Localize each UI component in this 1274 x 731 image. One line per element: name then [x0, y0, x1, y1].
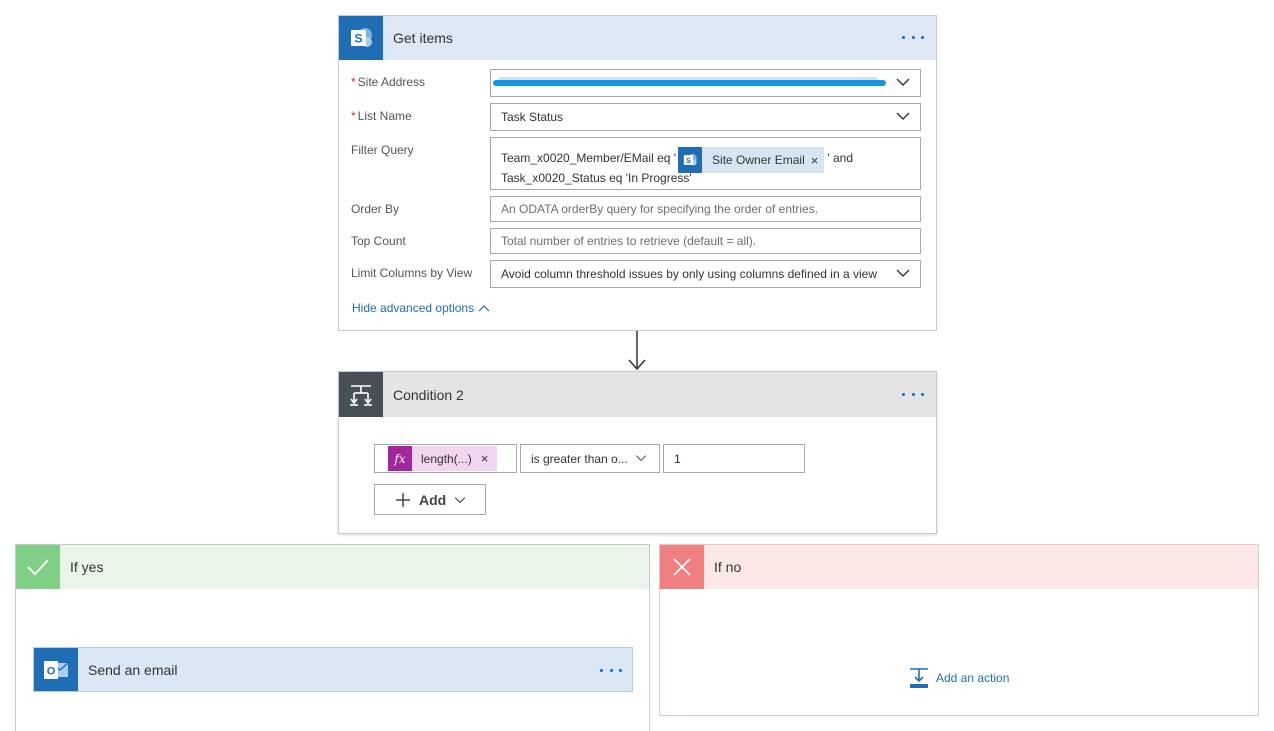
- close-icon: [660, 545, 704, 589]
- more-options-icon[interactable]: [902, 30, 924, 44]
- site-address-row: * Site Address: [351, 69, 921, 97]
- filter-query-label: Filter Query: [351, 143, 414, 157]
- svg-text:O: O: [47, 665, 56, 677]
- advanced-link-label: Hide advanced options: [352, 301, 475, 315]
- list-name-select[interactable]: Task Status: [490, 103, 921, 131]
- add-action-icon: [910, 668, 928, 688]
- add-condition-button[interactable]: Add: [374, 484, 486, 515]
- svg-text:S: S: [354, 32, 362, 46]
- condition-title: Condition 2: [393, 386, 464, 403]
- chevron-down-icon[interactable]: [896, 77, 910, 87]
- operator-value: is greater than o...: [531, 452, 628, 466]
- close-icon[interactable]: ×: [481, 451, 489, 466]
- send-email-action[interactable]: O Send an email: [33, 647, 633, 692]
- condition-card: Condition 2 fx length(...) × is greater …: [338, 371, 937, 534]
- if-yes-header: If yes: [16, 545, 649, 589]
- list-name-label: * List Name: [351, 109, 412, 123]
- flow-arrow-icon: [628, 331, 646, 371]
- sharepoint-icon: S: [339, 16, 383, 60]
- get-items-title: Get items: [393, 30, 453, 46]
- add-button-label: Add: [419, 491, 447, 508]
- get-items-header[interactable]: S Get items: [339, 16, 936, 60]
- if-yes-branch: If yes O Send an email: [15, 544, 650, 731]
- chevron-down-icon[interactable]: [896, 268, 910, 278]
- order-by-input[interactable]: An ODATA orderBy query for specifying th…: [490, 196, 921, 222]
- if-no-header: If no: [660, 545, 1258, 589]
- if-yes-title: If yes: [70, 559, 104, 575]
- limit-columns-row: Limit Columns by View Avoid column thres…: [351, 260, 921, 288]
- condition-icon: [339, 372, 383, 417]
- svg-text:S: S: [686, 156, 691, 165]
- chevron-down-icon[interactable]: [896, 111, 910, 121]
- limit-columns-select[interactable]: Avoid column threshold issues by only us…: [490, 260, 921, 288]
- filter-query-row: Filter Query Team_x0020_Member/EMail eq …: [351, 137, 921, 190]
- outlook-icon: O: [34, 648, 78, 691]
- more-options-icon[interactable]: [600, 663, 622, 677]
- chevron-down-icon: [455, 496, 466, 503]
- fx-icon: fx: [388, 446, 412, 471]
- close-icon[interactable]: ×: [811, 153, 825, 168]
- list-name-row: * List Name Task Status: [351, 103, 921, 131]
- condition-right-operand[interactable]: 1: [663, 444, 805, 473]
- top-count-input[interactable]: Total number of entries to retrieve (def…: [490, 228, 921, 254]
- sharepoint-icon: S: [678, 147, 703, 173]
- dynamic-content-token[interactable]: S Site Owner Email ×: [678, 147, 825, 173]
- top-count-row: Top Count Total number of entries to ret…: [351, 228, 921, 254]
- top-count-label: Top Count: [351, 234, 406, 248]
- limit-columns-value: Avoid column threshold issues by only us…: [501, 267, 877, 281]
- filter-query-prefix: Team_x0020_Member/EMail eq ': [501, 151, 677, 165]
- token-label: Site Owner Email: [712, 153, 805, 167]
- condition-operator-select[interactable]: is greater than o...: [520, 444, 660, 473]
- plus-icon: [396, 492, 410, 507]
- send-email-title: Send an email: [88, 661, 178, 678]
- limit-columns-label: Limit Columns by View: [351, 266, 473, 280]
- more-options-icon[interactable]: [902, 387, 924, 401]
- hide-advanced-options-link[interactable]: Hide advanced options: [352, 301, 490, 315]
- filter-query-suffix: ' and: [827, 151, 853, 165]
- get-items-card: S Get items * Site Address * List Name Tas…: [338, 15, 937, 331]
- if-no-branch: If no Add an action: [659, 544, 1259, 716]
- expression-token[interactable]: fx length(...) ×: [388, 446, 497, 471]
- site-address-input[interactable]: [490, 69, 921, 97]
- redacted-value: [493, 77, 886, 86]
- order-by-row: Order By An ODATA orderBy query for spec…: [351, 196, 921, 222]
- order-by-label: Order By: [351, 202, 400, 216]
- chevron-up-icon: [478, 305, 490, 312]
- condition-left-operand[interactable]: fx length(...) ×: [374, 444, 517, 473]
- if-no-title: If no: [714, 559, 742, 575]
- list-name-value: Task Status: [501, 110, 564, 124]
- filter-query-line2: Task_x0020_Status eq 'In Progress': [501, 171, 692, 185]
- chevron-down-icon[interactable]: [635, 454, 647, 462]
- checkmark-icon: [16, 545, 60, 589]
- site-address-label: * Site Address: [351, 75, 426, 89]
- add-an-action-link[interactable]: Add an action: [908, 667, 1009, 689]
- add-action-label: Add an action: [936, 671, 1010, 685]
- condition-header[interactable]: Condition 2: [339, 372, 936, 417]
- filter-query-input[interactable]: Team_x0020_Member/EMail eq ' S Site Owne…: [490, 137, 921, 190]
- expression-label: length(...): [421, 451, 472, 466]
